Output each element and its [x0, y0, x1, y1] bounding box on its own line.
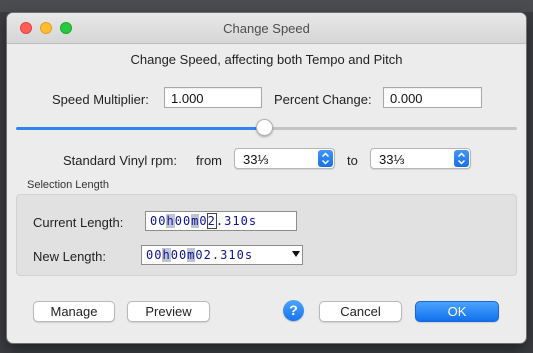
vinyl-from-value: 33⅓ — [243, 152, 269, 167]
time-unit: h — [166, 214, 175, 228]
dialog-heading: Change Speed, affecting both Tempo and P… — [130, 52, 403, 67]
time-digit[interactable]: 1 — [232, 214, 240, 228]
slider-track-filled[interactable] — [16, 127, 265, 130]
percent-change-label: Percent Change: — [274, 92, 372, 107]
current-length-label: Current Length: — [33, 215, 124, 230]
slider-track-empty[interactable] — [265, 127, 517, 130]
time-digit[interactable]: 0 — [237, 248, 245, 262]
speed-multiplier-label: Speed Multiplier: — [52, 92, 149, 107]
window-title: Change Speed — [223, 21, 310, 36]
time-digit[interactable]: 2 — [206, 213, 217, 229]
time-digit[interactable]: 0 — [175, 214, 183, 228]
time-digit[interactable]: 0 — [183, 214, 191, 228]
help-button[interactable]: ? — [283, 300, 304, 321]
time-digit[interactable]: 0 — [241, 214, 249, 228]
background-app-strip — [0, 0, 533, 12]
time-digit[interactable]: 0 — [195, 248, 203, 262]
new-length-time-control[interactable]: 00h00m02.310s — [141, 245, 303, 265]
speed-multiplier-input[interactable]: 1.000 — [164, 87, 262, 108]
time-unit: s — [248, 214, 258, 228]
cancel-button[interactable]: Cancel — [319, 301, 402, 322]
time-unit: h — [162, 248, 171, 262]
time-unit: s — [244, 248, 254, 262]
updown-chevron-icon — [454, 150, 469, 167]
vinyl-to-select[interactable]: 33⅓ — [370, 148, 471, 169]
ok-button[interactable]: OK — [415, 301, 499, 322]
time-digit[interactable]: 0 — [179, 248, 187, 262]
current-length-time-control[interactable]: 00h00m02.310s — [145, 211, 297, 231]
time-digit[interactable]: 2 — [204, 248, 212, 262]
vinyl-to-label: to — [347, 153, 358, 168]
time-unit: . — [215, 214, 225, 228]
time-digit[interactable]: 0 — [150, 214, 158, 228]
selection-length-group: Current Length: 00h00m02.310s New Length… — [16, 194, 517, 276]
change-speed-dialog: Change Speed Change Speed, affecting bot… — [7, 13, 526, 343]
time-digit[interactable]: 1 — [228, 248, 236, 262]
time-digit[interactable]: 0 — [171, 248, 179, 262]
updown-chevron-icon — [318, 150, 333, 167]
title-bar[interactable]: Change Speed — [7, 13, 526, 44]
selection-length-group-title: Selection Length — [27, 179, 109, 191]
vinyl-to-value: 33⅓ — [379, 152, 405, 167]
time-unit: . — [211, 248, 221, 262]
vinyl-from-select[interactable]: 33⅓ — [234, 148, 335, 169]
vinyl-from-label: from — [196, 153, 222, 168]
manage-button[interactable]: Manage — [33, 301, 115, 322]
vinyl-rpm-label: Standard Vinyl rpm: — [63, 153, 177, 168]
time-digit[interactable]: 0 — [199, 214, 207, 228]
preview-button[interactable]: Preview — [127, 301, 210, 322]
new-length-label: New Length: — [33, 249, 106, 264]
slider-thumb[interactable] — [256, 119, 273, 136]
percent-change-input[interactable]: 0.000 — [383, 87, 482, 108]
dropdown-arrow-icon[interactable] — [292, 251, 300, 257]
time-digit[interactable]: 0 — [146, 248, 154, 262]
